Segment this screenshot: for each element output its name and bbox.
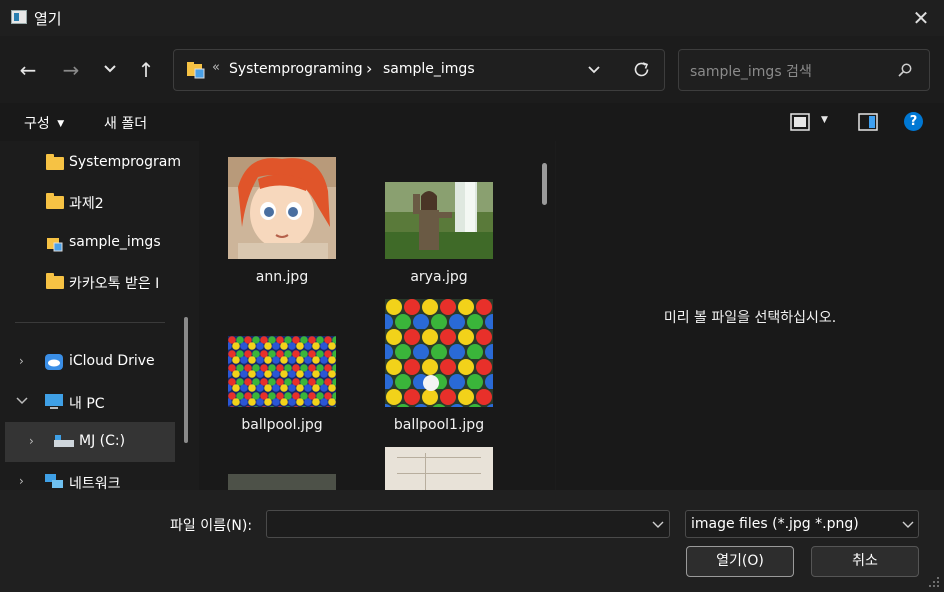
caret-down-icon: ▼ [57,119,65,129]
title-bar: 열기 ✕ [0,0,944,36]
file-name: ballpool1.jpg [393,417,485,433]
file-type-select[interactable]: image files (*.jpg *.png) [685,510,919,538]
file-item[interactable]: ballpool.jpg [209,299,354,449]
divider [15,322,165,323]
breadcrumb-separator[interactable]: › [366,59,372,78]
sidebar-item-label: 네트워크 [69,476,121,490]
forward-button[interactable]: → [57,56,85,84]
sidebar-item-kakaotalk[interactable]: 카카오톡 받은 I [0,262,180,302]
view-options-icon[interactable] [790,113,810,131]
sidebar-item-network[interactable]: › 네트워크 [0,462,180,490]
cancel-button[interactable]: 취소 [811,546,919,577]
network-icon [45,474,63,488]
back-button[interactable]: ← [14,56,42,84]
preview-message: 미리 볼 파일을 선택하십시오. [663,310,837,326]
preview-pane-icon[interactable] [858,113,878,131]
folder-image-icon [47,238,63,252]
sidebar-item-label: 카카오톡 받은 I [69,276,160,292]
sidebar-scrollbar[interactable] [184,317,188,443]
chevron-right-icon[interactable]: › [19,474,24,488]
image-thumbnail[interactable] [385,447,493,490]
filename-label: 파일 이름(N): [170,518,253,534]
resize-grip-icon[interactable] [928,576,940,588]
file-item[interactable]: ann.jpg [209,151,354,301]
drive-icon [54,435,74,447]
preview-pane: 미리 볼 파일을 선택하십시오. [556,141,944,490]
address-bar[interactable]: « Systemprograming › sample_imgs [173,49,665,91]
chevron-right-icon[interactable]: › [29,434,34,448]
image-thumbnail [385,182,493,259]
window-title: 열기 [34,10,62,28]
icloud-icon [45,354,63,370]
sidebar-item-label: 내 PC [69,396,105,412]
breadcrumb-systemprograming[interactable]: Systemprograming [229,61,363,77]
sidebar-item-assignment2[interactable]: 과제2 [0,182,180,222]
folder-image-icon [187,62,205,79]
image-thumbnail [385,299,493,407]
sidebar-item-label: Systemprogram [69,154,181,170]
computer-icon [45,394,63,409]
file-name: arya.jpg [410,269,468,285]
image-thumbnail [228,336,336,407]
image-thumbnail[interactable] [228,474,336,490]
search-icon[interactable] [897,62,913,78]
sidebar-item-icloud-drive[interactable]: › iCloud Drive [0,342,180,382]
organize-label: 구성 [24,116,50,132]
file-type-value: image files (*.jpg *.png) [691,516,859,532]
search-box[interactable]: sample_imgs 검색 [678,49,930,91]
sidebar-item-this-pc[interactable]: 내 PC [0,382,180,422]
dialog-footer: 파일 이름(N): image files (*.jpg *.png) 열기(O… [0,490,944,592]
chevron-right-icon[interactable]: › [19,354,24,368]
new-folder-button[interactable]: 새 폴더 [104,113,147,133]
overflow-chevron[interactable]: « [212,60,220,75]
folder-icon [46,154,64,170]
refresh-icon[interactable] [632,60,652,80]
up-button[interactable]: ↑ [132,56,160,84]
folder-icon [46,273,64,289]
sidebar-item-systemprogram[interactable]: Systemprogram [0,143,181,183]
file-name: ann.jpg [255,269,309,285]
sidebar-item-drive-c[interactable]: › MJ (C:) [5,422,175,462]
filename-field[interactable] [266,510,670,538]
chevron-down-icon [104,65,116,73]
chevron-down-icon[interactable] [902,521,914,529]
file-item[interactable]: ballpool1.jpg [366,299,511,449]
file-name: ballpool.jpg [241,417,323,433]
navigation-pane: Systemprogram 과제2 sample_imgs 카카오톡 받은 I … [0,141,198,490]
search-input[interactable]: sample_imgs 검색 [690,61,812,81]
breadcrumb-sample-imgs[interactable]: sample_imgs [383,61,475,77]
chevron-down-icon[interactable] [16,397,28,405]
address-dropdown-icon[interactable] [587,65,601,75]
file-list-scrollbar[interactable] [542,163,547,205]
image-thumbnail [228,157,336,259]
open-button[interactable]: 열기(O) [686,546,794,577]
close-button[interactable]: ✕ [908,6,934,30]
file-list: ann.jpg arya.jpg ballpool.jpg ballpool1.… [199,141,555,490]
help-icon[interactable]: ? [904,112,923,131]
view-dropdown-icon[interactable]: ▼ [821,115,828,125]
chevron-down-icon[interactable] [652,521,664,529]
sidebar-item-label: 과제2 [69,196,104,212]
app-window-icon [11,10,27,24]
sidebar-item-label: sample_imgs [69,234,161,250]
organize-button[interactable]: 구성 ▼ [24,113,64,133]
sidebar-item-sample-imgs[interactable]: sample_imgs [0,223,180,263]
folder-icon [46,193,64,209]
recent-locations-button[interactable] [96,55,124,83]
command-bar: 구성 ▼ 새 폴더 ▼ ? [0,103,944,141]
sidebar-item-label: iCloud Drive [69,353,155,369]
sidebar-item-label: MJ (C:) [79,433,126,449]
file-item[interactable]: arya.jpg [366,151,511,301]
